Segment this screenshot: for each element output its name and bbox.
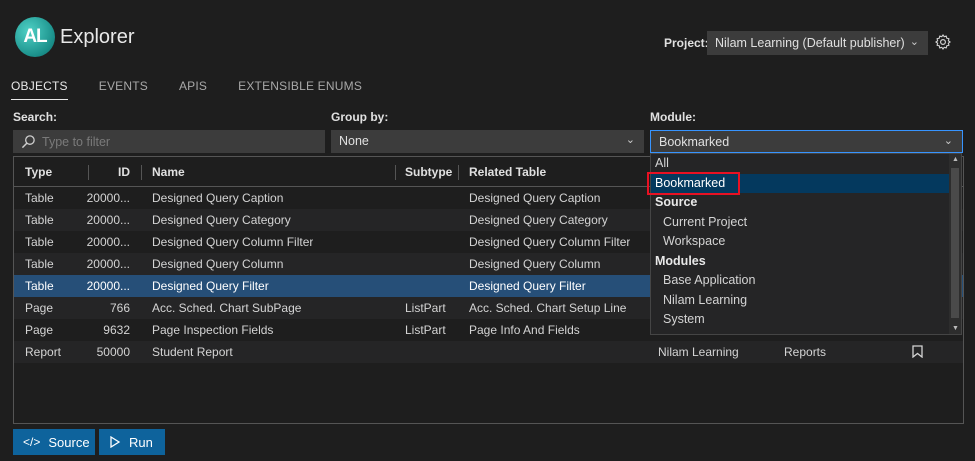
search-field	[13, 130, 325, 153]
source-button[interactable]: </> Source	[13, 429, 95, 455]
dropdown-group-header: Modules	[655, 253, 706, 268]
scrollbar-thumb[interactable]	[951, 168, 959, 318]
dropdown-option[interactable]: All	[651, 154, 961, 174]
cell-related: Designed Query Caption	[469, 191, 601, 205]
cell-id: 766	[109, 301, 130, 315]
cell-type: Table	[25, 279, 54, 293]
gear-icon[interactable]	[934, 33, 952, 51]
cell-name: Page Inspection Fields	[152, 323, 274, 337]
highlight-annotation	[647, 172, 740, 195]
project-select[interactable]: Nilam Learning (Default publisher) ⌄	[707, 31, 928, 55]
scroll-down-icon[interactable]: ▼	[952, 325, 959, 332]
cell-id: 9632	[103, 323, 130, 337]
table-row[interactable]: Report 50000 Student Report Nilam Learning R…	[14, 341, 963, 363]
chevron-down-icon: ⌄	[909, 36, 919, 48]
dropdown-option[interactable]: System	[651, 310, 961, 330]
app-logo: AL	[15, 17, 55, 57]
cell-name: Designed Query Caption	[152, 191, 284, 205]
cell-name: Designed Query Column	[152, 257, 284, 271]
cell-id: 20000...	[86, 235, 130, 249]
chevron-down-icon: ⌄	[625, 134, 635, 146]
cell-id: 20000...	[86, 279, 130, 293]
cell-id: 20000...	[86, 257, 130, 271]
groupby-label: Group by:	[331, 110, 389, 124]
cell-subtype: ListPart	[405, 301, 446, 315]
cell-category: Reports	[784, 345, 827, 359]
cell-related: Designed Query Column Filter	[469, 235, 631, 249]
cell-related: Acc. Sched. Chart Setup Line	[469, 301, 627, 315]
cell-related: Designed Query Filter	[469, 279, 586, 293]
tab-apis[interactable]: APIS	[179, 79, 207, 100]
groupby-value: None	[339, 134, 369, 148]
cell-name: Designed Query Filter	[152, 279, 269, 293]
cell-type: Report	[25, 345, 62, 359]
dropdown-option[interactable]: Base Application	[651, 271, 961, 291]
cell-name: Designed Query Category	[152, 213, 291, 227]
cell-type: Table	[25, 191, 54, 205]
bookmark-icon[interactable]	[912, 345, 923, 358]
chevron-down-icon: ⌄	[943, 135, 953, 147]
cell-related: Designed Query Category	[469, 213, 608, 227]
dropdown-scrollbar[interactable]: ▲ ▼	[949, 154, 961, 334]
column-header-id[interactable]: ID	[118, 157, 130, 186]
project-select-value: Nilam Learning (Default publisher)	[715, 36, 905, 50]
dropdown-group-header: Source	[655, 195, 698, 209]
dropdown-option[interactable]: Workspace	[651, 232, 961, 252]
tab-events[interactable]: EVENTS	[99, 79, 148, 100]
module-label: Module:	[650, 110, 696, 124]
app-title: Explorer	[60, 26, 135, 48]
dropdown-option[interactable]: Nilam Learning	[651, 291, 961, 311]
run-button-label: Run	[129, 434, 153, 450]
module-value: Bookmarked	[659, 135, 730, 149]
cell-subtype: ListPart	[405, 323, 446, 337]
cell-name: Acc. Sched. Chart SubPage	[152, 301, 302, 315]
column-header-name[interactable]: Name	[152, 157, 185, 186]
cell-module: Nilam Learning	[658, 345, 739, 359]
cell-name: Designed Query Column Filter	[152, 235, 314, 249]
dropdown-option[interactable]: Current Project	[651, 213, 961, 233]
cell-type: Table	[25, 257, 54, 271]
cell-type: Page	[25, 323, 54, 337]
module-select[interactable]: Bookmarked ⌄	[650, 130, 963, 153]
source-button-label: Source	[48, 434, 90, 450]
project-label: Project:	[664, 36, 709, 50]
run-button[interactable]: Run	[99, 429, 165, 455]
search-label: Search:	[13, 110, 58, 124]
tab-objects[interactable]: OBJECTS	[11, 79, 68, 100]
cell-related: Page Info And Fields	[469, 323, 580, 337]
cell-type: Page	[25, 301, 54, 315]
cell-id: 50000	[96, 345, 130, 359]
search-icon	[21, 135, 35, 149]
column-header-subtype[interactable]: Subtype	[405, 157, 452, 186]
scroll-up-icon[interactable]: ▲	[952, 156, 959, 163]
play-icon	[110, 436, 121, 448]
column-header-related-table[interactable]: Related Table	[469, 157, 546, 186]
cell-type: Table	[25, 235, 54, 249]
search-input[interactable]	[42, 134, 312, 149]
cell-related: Designed Query Column	[469, 257, 601, 271]
groupby-select[interactable]: None ⌄	[331, 130, 644, 153]
cell-id: 20000...	[86, 213, 130, 227]
cell-type: Table	[25, 213, 54, 227]
cell-name: Student Report	[152, 345, 233, 359]
tab-bar: OBJECTS EVENTS APIS EXTENSIBLE ENUMS	[11, 79, 393, 100]
tab-extensible-enums[interactable]: EXTENSIBLE ENUMS	[238, 79, 362, 100]
column-header-type[interactable]: Type	[25, 157, 52, 186]
code-icon: </>	[23, 435, 41, 449]
cell-id: 20000...	[86, 191, 130, 205]
